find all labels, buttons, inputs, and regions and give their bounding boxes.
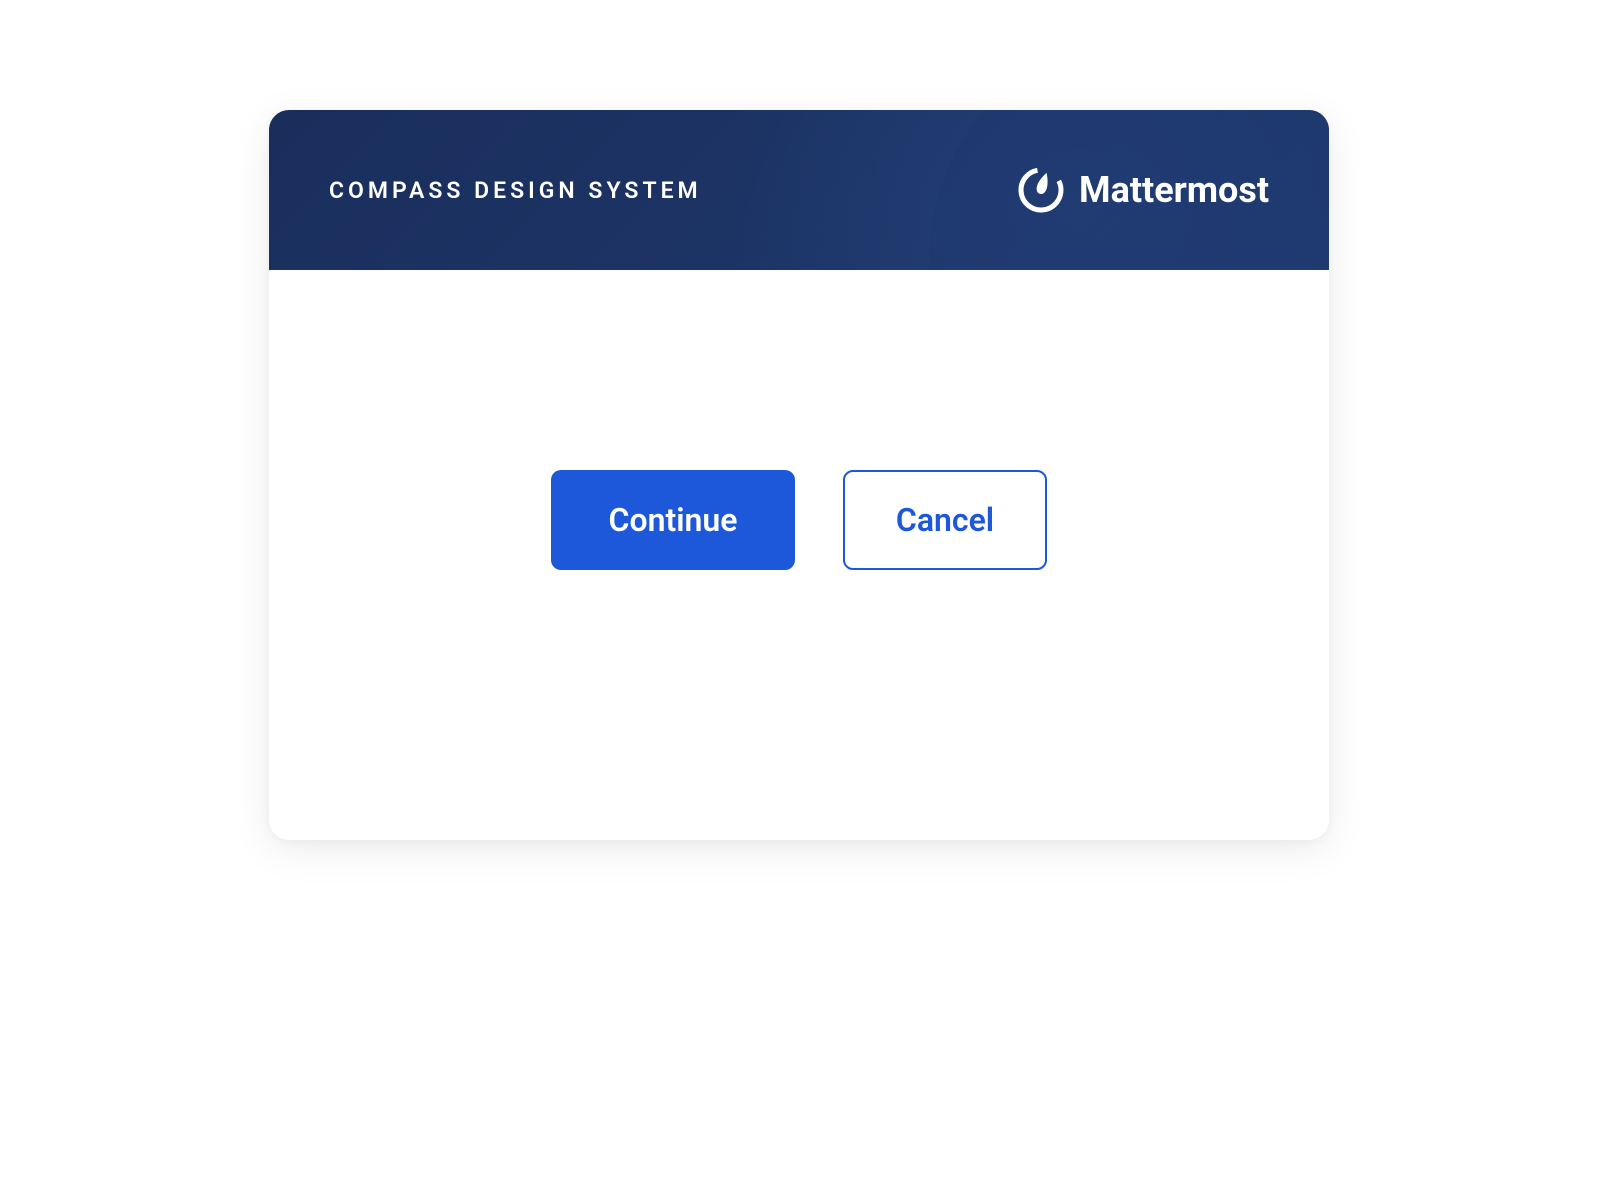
card-content: Continue Cancel — [269, 270, 1329, 840]
card-header: COMPASS DESIGN SYSTEM Mattermost — [269, 110, 1329, 270]
mattermost-icon — [1017, 166, 1065, 214]
continue-button[interactable]: Continue — [551, 470, 795, 570]
cancel-button[interactable]: Cancel — [843, 470, 1047, 570]
brand-name: Mattermost — [1079, 169, 1269, 211]
brand-logo: Mattermost — [1017, 166, 1269, 214]
header-title: COMPASS DESIGN SYSTEM — [329, 177, 702, 204]
design-system-card: COMPASS DESIGN SYSTEM Mattermost Continu… — [269, 110, 1329, 840]
